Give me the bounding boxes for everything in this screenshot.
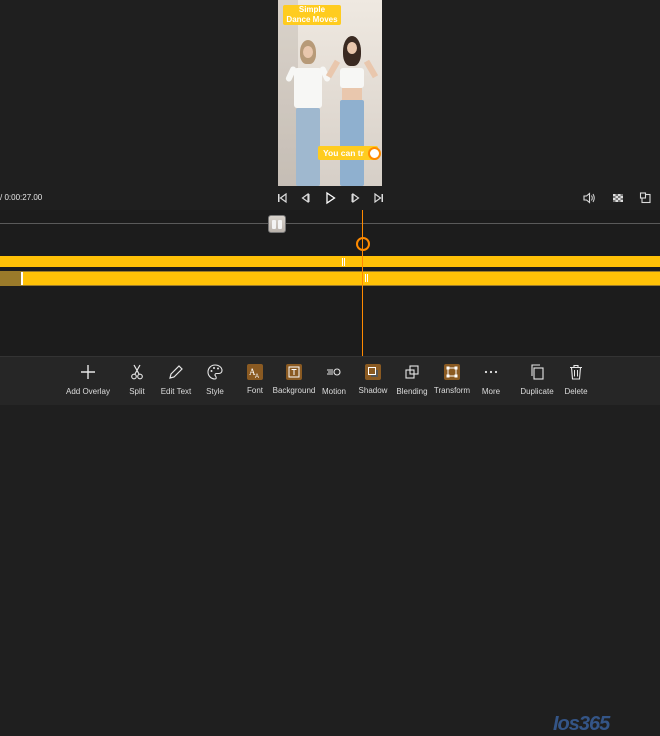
- palette-icon: [207, 364, 223, 380]
- delete-button[interactable]: Delete: [550, 363, 602, 403]
- skip-to-start-button[interactable]: [276, 191, 288, 205]
- play-button[interactable]: [324, 191, 336, 205]
- blending-icon: [405, 365, 419, 379]
- plus-icon: [81, 365, 95, 379]
- shadow-icon: [365, 364, 381, 380]
- more-label: More: [481, 387, 501, 396]
- volume-button[interactable]: [582, 191, 596, 205]
- scissors-icon: [131, 364, 143, 380]
- trash-icon: [570, 364, 582, 380]
- overlay-track-title[interactable]: [0, 256, 660, 267]
- aspect-ratio-button[interactable]: [639, 191, 653, 205]
- skip-end-icon: [374, 192, 383, 204]
- title-overlay-line2: Dance Moves: [286, 15, 338, 24]
- time-readout: / 0:00:27.00: [0, 193, 43, 202]
- skip-to-end-button[interactable]: [373, 191, 385, 205]
- add-overlay-label: Add Overlay: [65, 387, 111, 396]
- title-overlay-line1: Simple: [298, 5, 326, 14]
- duplicate-icon: [531, 364, 544, 380]
- caption-clip-selected[interactable]: [21, 272, 660, 285]
- more-icon: [484, 370, 498, 374]
- caption-resize-handle[interactable]: [368, 147, 381, 160]
- svg-text:A: A: [255, 374, 259, 380]
- dancer-right: [325, 36, 379, 186]
- add-overlay-button[interactable]: Add Overlay: [62, 363, 114, 403]
- next-frame-icon: [351, 192, 360, 204]
- transparency-grid-button[interactable]: [611, 191, 625, 205]
- checkerboard-icon: [613, 194, 623, 202]
- title-overlay[interactable]: Simple Dance Moves: [283, 5, 341, 25]
- video-preview-area: Simple Dance Moves You can tr: [0, 0, 660, 186]
- text-box-icon: [286, 364, 302, 380]
- speaker-icon: [583, 192, 595, 204]
- overlay-track-caption[interactable]: [0, 271, 660, 286]
- video-clip-thumbnail[interactable]: [268, 215, 286, 233]
- caption-overlay-text: You can tr: [323, 148, 364, 158]
- playback-controls: / 0:00:27.00: [0, 186, 660, 210]
- next-frame-button[interactable]: [350, 191, 362, 205]
- pencil-icon: [169, 365, 183, 379]
- playhead-line[interactable]: [362, 210, 363, 356]
- prev-frame-icon: [301, 192, 310, 204]
- trim-handle[interactable]: [342, 258, 345, 266]
- aspect-ratio-icon: [639, 192, 651, 204]
- play-icon: [326, 191, 336, 205]
- timeline-ruler: [0, 223, 660, 224]
- more-button[interactable]: More: [465, 363, 517, 403]
- skip-start-icon: [278, 192, 287, 204]
- trim-handle[interactable]: [365, 274, 368, 282]
- motion-icon: [327, 368, 341, 376]
- font-icon: AA: [247, 364, 263, 380]
- editing-toolbar: Add Overlay Split Edit Text Style AA Fon…: [0, 356, 660, 735]
- delete-label: Delete: [564, 387, 588, 396]
- timeline[interactable]: [0, 210, 660, 356]
- watermark-logo: Ios365: [553, 713, 610, 735]
- previous-frame-button[interactable]: [299, 191, 311, 205]
- playhead-handle[interactable]: [356, 237, 370, 251]
- dancer-left: [284, 40, 332, 186]
- transform-icon: [444, 364, 460, 380]
